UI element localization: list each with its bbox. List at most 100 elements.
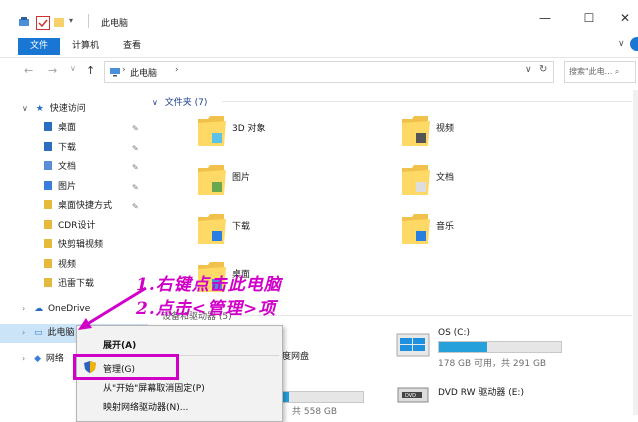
forward-button[interactable]: → [48,64,57,77]
left-drive-usage-fill [283,392,289,402]
annotation-step-1: 1.右键点击此电脑 [136,275,282,295]
nav-quick-access-label: 快速访问 [49,104,86,114]
vertical-scrollbar[interactable] [633,90,638,415]
nav-network[interactable]: › ◆ 网络 [22,350,64,368]
nav-item-label: 桌面快捷方式 [58,201,113,211]
breadcrumb-chevron-icon[interactable]: › [122,65,126,75]
folder-label-2[interactable]: 图片 [232,170,250,183]
nav-item-3[interactable]: 图片 [44,178,76,196]
new-folder-icon[interactable] [53,16,65,28]
folder-icon [44,278,52,287]
address-dropdown-icon[interactable]: ∨ [525,65,532,75]
folders-group-header[interactable]: ∨ 文件夹 (7) [152,95,207,108]
nav-network-label: 网络 [45,354,64,364]
left-drive-usage-bar [282,391,364,403]
this-pc-icon [109,66,121,78]
left-drive-size: 共 558 GB [292,407,338,417]
drive-c-name[interactable]: OS (C:) [438,328,470,338]
dvd-drive-icon: DVD [396,380,430,410]
folder-label-4[interactable]: 下载 [232,219,250,232]
menu-item-map-network-drive[interactable]: 映射网络驱动器(N)... [103,400,188,413]
folder-icon [44,180,52,190]
nav-quick-access[interactable]: ∨ ★ 快速访问 [22,100,86,118]
folder-icon-1 [400,113,432,149]
folder-icon-3 [400,162,432,198]
close-button[interactable]: ✕ [610,8,638,28]
nav-item-label: 快剪辑视频 [58,240,104,250]
minimize-button[interactable]: — [530,8,560,28]
menu-item-unpin-start[interactable]: 从"开始"屏幕取消固定(P) [103,381,205,394]
ribbon-expand-icon[interactable]: ∨ [618,39,628,49]
pin-icon[interactable]: ✎ [132,144,139,153]
computer-icon: ▭ [34,328,43,338]
tab-computer[interactable]: 计算机 [72,38,99,55]
folder-icon [44,200,52,209]
title-separator [88,14,89,28]
folder-icon-5 [400,211,432,247]
expand-chevron-icon-pc[interactable]: › [22,328,25,337]
pin-icon[interactable]: ✎ [132,124,139,133]
nav-this-pc[interactable]: › ▭ 此电脑 [22,324,74,342]
recent-locations-icon[interactable]: ∨ [70,64,76,73]
search-placeholder: 搜索"此电... ⌕ [569,67,620,76]
star-icon: ★ [35,104,44,114]
tab-view[interactable]: 查看 [123,38,141,55]
breadcrumb-this-pc[interactable]: 此电脑 [130,66,157,79]
cloud-disk-partial-label[interactable]: 度网盘 [282,349,309,362]
folder-icon [44,239,52,248]
ribbon-tabs: 文件 计算机 查看 ∨ [0,35,638,58]
network-icon: ◆ [34,354,41,364]
breadcrumb-chevron-icon-2[interactable]: › [175,65,179,75]
pin-icon[interactable]: ✎ [132,183,139,192]
nav-item-label: 下载 [58,142,77,153]
collapse-chevron-icon-folders[interactable]: ∨ [152,98,158,107]
folder-icon [44,219,52,229]
nav-item-4[interactable]: 桌面快捷方式 [44,197,112,215]
maximize-button[interactable]: ☐ [574,8,604,28]
folder-icon-4 [196,211,228,247]
search-input[interactable]: 搜索"此电... ⌕ [564,61,636,83]
drive-c-icon [396,332,430,358]
pin-icon[interactable]: ✎ [132,202,139,211]
devices-group-divider [240,315,632,316]
folder-icon [44,258,52,268]
drive-c-usage-bar [438,341,562,353]
dvd-drive-name[interactable]: DVD RW 驱动器 (E:) [438,385,524,398]
customize-toolbar-icon[interactable]: ▾ [69,16,81,28]
nav-item-label: 桌面 [58,123,77,133]
nav-item-label: 文档 [58,162,77,172]
pin-icon[interactable]: ✎ [132,163,139,172]
cloud-icon: ☁ [34,304,44,314]
nav-item-label: 视频 [58,259,77,270]
up-button[interactable]: ↑ [86,64,95,77]
nav-item-1[interactable]: 下载 [44,139,76,157]
expand-chevron-icon[interactable]: › [22,304,25,313]
folder-label-5[interactable]: 音乐 [436,219,454,232]
folder-label-3[interactable]: 文档 [436,170,454,183]
nav-item-label: CDR设计 [58,220,96,231]
menu-item-expand[interactable]: 展开(A) [103,338,136,351]
folder-icon-0 [196,113,228,149]
collapse-chevron-icon[interactable]: ∨ [22,104,28,113]
drive-c-size: 178 GB 可用，共 291 GB [438,359,547,369]
folders-group-divider [222,101,632,102]
folder-label-1[interactable]: 视频 [436,121,454,134]
folder-label-0[interactable]: 3D 对象 [232,121,266,134]
title-bar: ▾ 此电脑 — ☐ ✕ [0,0,638,35]
nav-item-7[interactable]: 视频 [44,256,76,274]
help-icon[interactable] [630,37,638,51]
address-bar[interactable]: › 此电脑 › ∨ ↻ [104,61,554,83]
back-button[interactable]: ← [24,64,33,77]
nav-item-6[interactable]: 快剪辑视频 [44,236,103,254]
nav-item-5[interactable]: CDR设计 [44,217,95,235]
nav-item-2[interactable]: 文档 [44,158,76,176]
properties-icon[interactable] [36,16,50,30]
window-title: 此电脑 [101,19,129,29]
explorer-icon [18,16,30,28]
tab-file[interactable]: 文件 [18,38,60,55]
expand-chevron-icon-net[interactable]: › [22,354,25,363]
nav-item-0[interactable]: 桌面 [44,119,76,137]
svg-text:DVD: DVD [405,393,416,399]
drive-c-usage-fill [439,342,487,352]
refresh-icon[interactable]: ↻ [539,64,547,75]
